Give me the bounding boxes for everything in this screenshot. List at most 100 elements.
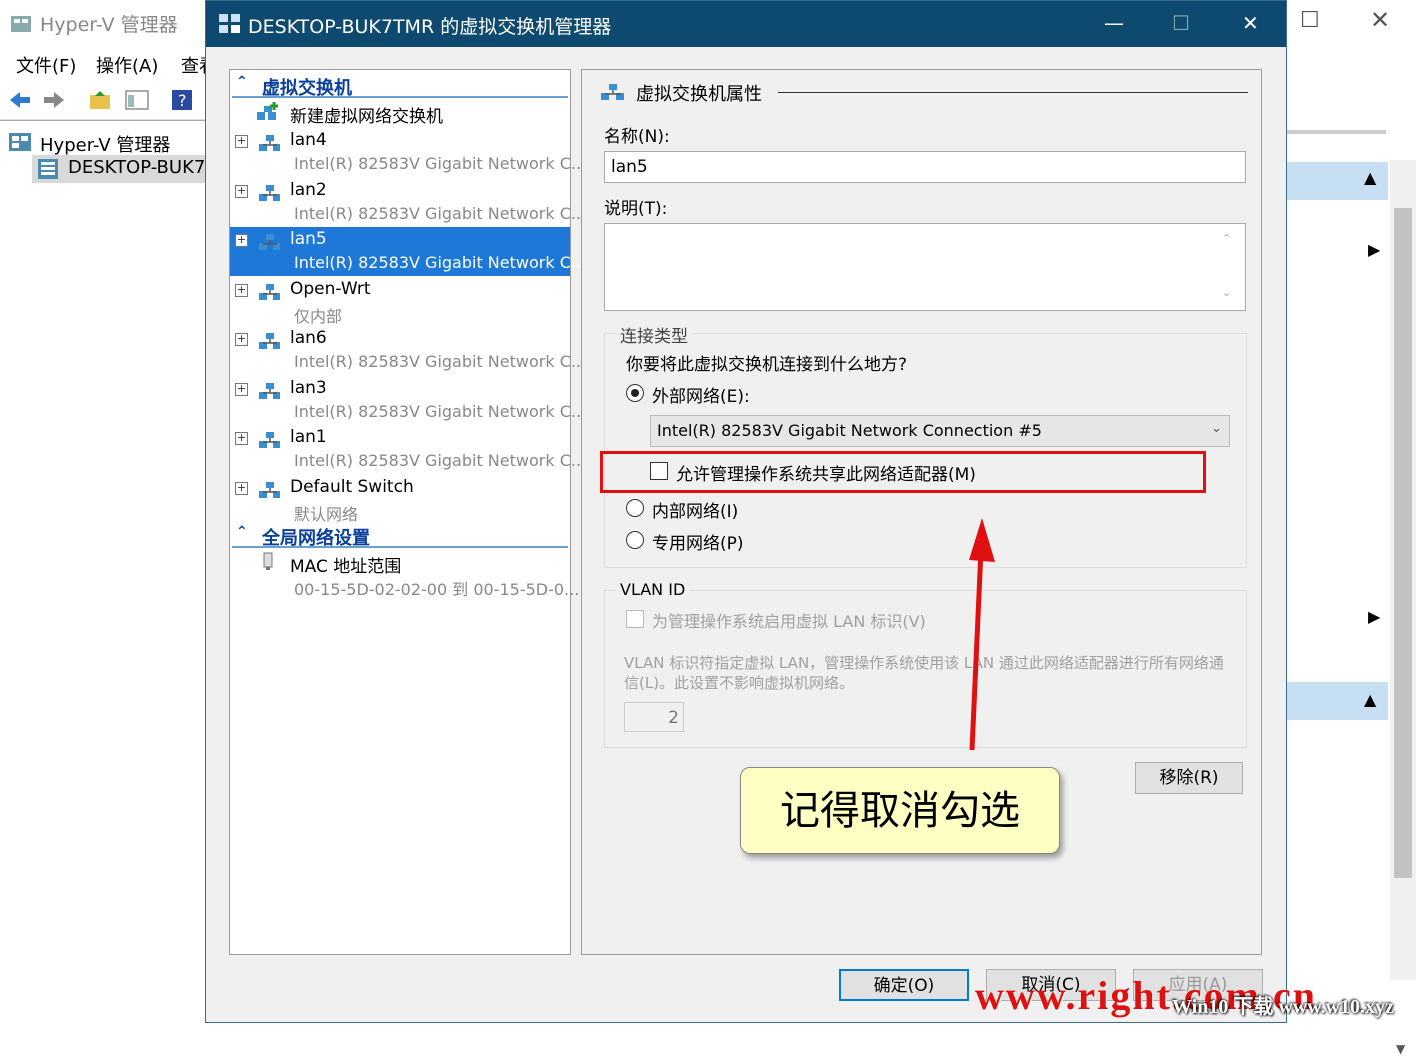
expand-plus-icon[interactable]: + — [235, 283, 248, 297]
switch-item[interactable]: + lan2 Intel(R) 82583V Gigabit Network C..… — [230, 178, 586, 227]
vlan-group-label: VLAN ID — [616, 580, 690, 599]
connection-type-label: 连接类型 — [616, 322, 692, 347]
switch-name: lan1 — [290, 427, 327, 447]
switch-adapter: Intel(R) 82583V Gigabit Network C... — [294, 352, 587, 371]
external-network-label[interactable]: 外部网络(E): — [652, 382, 750, 407]
switch-item[interactable]: + lan6 Intel(R) 82583V Gigabit Network C..… — [230, 326, 586, 375]
switch-name: lan5 — [290, 229, 327, 249]
dialog-titlebar: DESKTOP-BUK7TMR 的虚拟交换机管理器 — ☐ ✕ — [206, 1, 1286, 47]
collapse-chevron-icon-2[interactable]: ⌃ — [236, 524, 248, 540]
description-textarea[interactable]: ⌃ ⌄ — [604, 223, 1246, 311]
dialog-title: DESKTOP-BUK7TMR 的虚拟交换机管理器 — [248, 16, 612, 38]
switch-name: Open-Wrt — [290, 278, 371, 299]
switch-adapter: Intel(R) 82583V Gigabit Network C... — [294, 253, 587, 272]
switch-adapter: Intel(R) 82583V Gigabit Network C... — [294, 401, 587, 421]
switch-item[interactable]: + lan3 Intel(R) 82583V Gigabit Network C..… — [230, 376, 586, 425]
name-input[interactable]: lan5 — [604, 151, 1246, 183]
switch-name: lan4 — [290, 130, 327, 150]
tree-root-label[interactable]: Hyper-V 管理器 — [40, 131, 170, 157]
new-switch-item[interactable]: 新建虚拟网络交换机 — [230, 100, 570, 127]
bg-actions-pane: ▲ ▶ ▶ ▲ ▼ — [1286, 80, 1418, 1056]
submenu-arrow-icon-2[interactable]: ▶ — [1368, 607, 1380, 626]
mac-range-label: MAC 地址范围 — [290, 557, 402, 577]
expand-plus-icon[interactable]: + — [235, 432, 248, 445]
private-network-label[interactable]: 专用网络(P) — [652, 529, 744, 554]
chevron-down-icon: ⌄ — [1211, 421, 1222, 436]
remove-button[interactable]: 移除(R) — [1135, 762, 1243, 794]
ok-button[interactable]: 确定(O) — [839, 969, 969, 1001]
bg-scrollbar[interactable]: ▼ — [1390, 160, 1416, 1056]
switch-item[interactable]: + Default Switch 默认网络 — [230, 475, 570, 524]
switch-item[interactable]: + lan1 Intel(R) 82583V Gigabit Network C..… — [230, 425, 586, 474]
tree-host-item[interactable]: DESKTOP-BUK7T — [32, 155, 216, 183]
vlan-checkbox[interactable] — [626, 610, 644, 628]
mac-range-value: 00-15-5D-02-02-00 到 00-15-5D-0... — [294, 580, 580, 599]
collapse-up-icon[interactable]: ▲ — [1364, 168, 1376, 187]
actions-header-1[interactable]: ▲ — [1286, 162, 1388, 200]
section-global-settings[interactable]: ⌃ 全局网络设置 — [232, 522, 568, 549]
menu-file[interactable]: 文件(F) — [16, 52, 76, 78]
virtual-switch-icon — [259, 135, 280, 151]
name-input-value: lan5 — [611, 157, 648, 177]
switch-adapter: 默认网络 — [294, 504, 359, 524]
switch-tree-pane: ⌃ 虚拟交换机 新建虚拟网络交换机 + lan4 Intel(R) 82583V G… — [229, 69, 586, 955]
switch-adapter: Intel(R) 82583V Gigabit Network C... — [294, 154, 587, 173]
menu-action[interactable]: 操作(A) — [96, 52, 158, 78]
bg-title-text: Hyper-V 管理器 — [40, 14, 178, 36]
expand-plus-icon[interactable]: + — [235, 234, 248, 247]
virtual-switch-manager-dialog: DESKTOP-BUK7TMR 的虚拟交换机管理器 — ☐ ✕ ⌃ 虚拟交换机 … — [205, 0, 1287, 1023]
new-switch-icon — [257, 102, 278, 120]
private-network-radio[interactable] — [626, 531, 644, 549]
switch-name: lan6 — [290, 328, 327, 348]
section-virtual-switches[interactable]: ⌃ 虚拟交换机 — [232, 72, 568, 99]
bg-maximize-button[interactable]: ☐ — [1300, 8, 1320, 33]
close-button[interactable]: ✕ — [1242, 11, 1259, 35]
hyperv-manager-icon — [9, 133, 31, 151]
folder-up-icon[interactable] — [88, 88, 112, 112]
switch-item[interactable]: + Open-Wrt 仅内部 — [230, 277, 570, 326]
scroll-down-icon[interactable]: ▼ — [1396, 1042, 1405, 1056]
internal-network-label[interactable]: 内部网络(I) — [652, 497, 738, 522]
virtual-switch-icon — [259, 481, 280, 498]
adapter-select[interactable]: Intel(R) 82583V Gigabit Network Connecti… — [650, 415, 1230, 447]
switch-item[interactable]: + lan5 Intel(R) 82583V Gigabit Network C..… — [230, 227, 586, 276]
name-label: 名称(N): — [604, 127, 670, 147]
connection-question: 你要将此虚拟交换机连接到什么地方? — [626, 355, 908, 375]
collapse-chevron-icon[interactable]: ⌃ — [236, 74, 248, 90]
virtual-switch-icon — [259, 184, 280, 201]
switch-item[interactable]: + lan4 Intel(R) 82583V Gigabit Network C..… — [230, 128, 586, 177]
actions-header-2[interactable]: ▲ — [1286, 682, 1388, 720]
annotation-callout: 记得取消勾选 — [740, 767, 1060, 854]
bg-toolbar: ? — [0, 80, 210, 120]
expand-plus-icon[interactable]: + — [235, 333, 248, 346]
vlan-checkbox-label: 为管理操作系统启用虚拟 LAN 标识(V) — [652, 612, 926, 631]
minimize-button[interactable]: — — [1104, 11, 1124, 35]
back-arrow-icon[interactable] — [8, 88, 32, 112]
collapse-up-icon-2[interactable]: ▲ — [1364, 690, 1376, 709]
help-icon[interactable]: ? — [170, 88, 194, 112]
external-network-radio[interactable] — [626, 384, 644, 402]
switch-props-icon — [601, 84, 624, 100]
forward-arrow-icon[interactable] — [42, 88, 66, 112]
vlan-id-input[interactable]: 2 — [624, 702, 684, 732]
switch-name: Default Switch — [290, 476, 414, 497]
submenu-arrow-icon[interactable]: ▶ — [1368, 240, 1380, 259]
switch-adapter: Intel(R) 82583V Gigabit Network C... — [294, 451, 587, 470]
expand-plus-icon[interactable]: + — [235, 481, 248, 495]
bg-console-tree: Hyper-V 管理器 DESKTOP-BUK7T — [0, 120, 216, 1023]
virtual-switch-icon — [259, 234, 280, 250]
server-icon — [38, 159, 58, 179]
virtual-switch-icon — [259, 333, 280, 349]
tree-host-label: DESKTOP-BUK7T — [68, 157, 217, 178]
show-console-tree-icon[interactable] — [125, 88, 149, 112]
annotation-arrow-icon — [969, 518, 995, 751]
bg-window-title: Hyper-V 管理器 — [10, 10, 178, 37]
hyperv-app-icon — [11, 15, 31, 32]
switch-manager-icon — [219, 14, 240, 33]
expand-plus-icon[interactable]: + — [235, 184, 248, 198]
bg-close-button[interactable]: ✕ — [1370, 6, 1390, 34]
internal-network-radio[interactable] — [626, 499, 644, 517]
mac-range-item[interactable]: MAC 地址范围 00-15-5D-02-02-00 到 00-15-5D-0.… — [230, 550, 579, 599]
expand-plus-icon[interactable]: + — [235, 135, 248, 148]
expand-plus-icon[interactable]: + — [235, 382, 248, 396]
